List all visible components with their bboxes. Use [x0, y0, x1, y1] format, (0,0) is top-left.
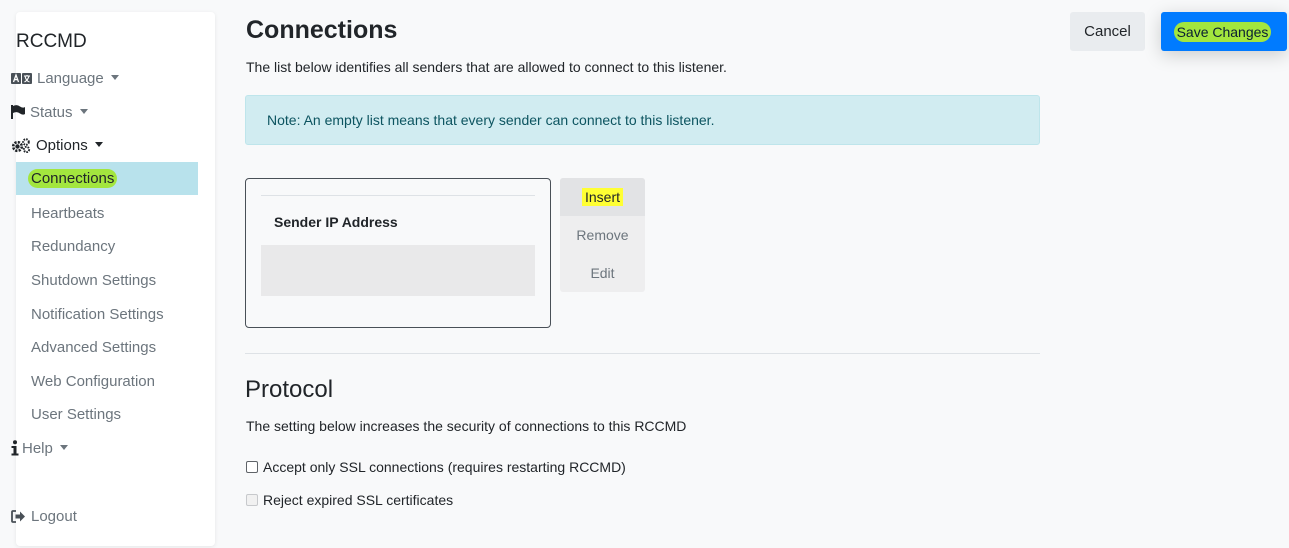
nav-language-label: Language — [37, 69, 104, 87]
info-alert: Note: An empty list means that every sen… — [245, 95, 1040, 145]
section-divider — [245, 353, 1040, 354]
sidebar-item-connections[interactable]: Connections — [16, 162, 198, 195]
chevron-down-icon — [94, 141, 103, 147]
nav-help-label: Help — [22, 439, 53, 457]
accept-ssl-label[interactable]: Accept only SSL connections (requires re… — [263, 459, 626, 475]
remove-button[interactable]: Remove — [560, 216, 645, 254]
reject-expired-option[interactable]: Reject expired SSL certificates — [246, 491, 453, 509]
insert-label: Insert — [581, 188, 623, 206]
protocol-description: The setting below increases the security… — [246, 418, 687, 434]
chevron-down-icon — [59, 444, 68, 450]
sidebar-item-label: Notification Settings — [31, 306, 164, 323]
sidebar-item-label: Heartbeats — [31, 205, 105, 222]
sidebar-item-label: Connections — [28, 169, 118, 188]
nav-options[interactable]: Options — [11, 130, 103, 160]
nav-status[interactable]: Status — [11, 97, 88, 127]
sign-out-icon — [11, 509, 26, 523]
sidebar-item-label: Advanced Settings — [31, 339, 157, 356]
protocol-title: Protocol — [245, 376, 334, 403]
table-actions: Insert Remove Edit — [560, 178, 645, 292]
sidebar-item-label: Shutdown Settings — [31, 272, 157, 289]
sidebar-item-user-settings[interactable]: User Settings — [16, 398, 198, 431]
nav-logout[interactable]: Logout — [11, 501, 77, 531]
save-changes-label: Save Changes — [1173, 21, 1272, 42]
alert-text: Note: An empty list means that every sen… — [267, 112, 715, 128]
nav-logout-label: Logout — [31, 507, 77, 525]
sidebar-item-shutdown-settings[interactable]: Shutdown Settings — [16, 264, 198, 297]
insert-button[interactable]: Insert — [560, 178, 645, 216]
column-header-sender-ip: Sender IP Address — [274, 214, 398, 230]
brand-title: RCCMD — [16, 31, 87, 52]
info-icon — [11, 440, 19, 456]
sidebar-item-label: Web Configuration — [31, 373, 155, 390]
flag-icon — [11, 105, 25, 119]
save-changes-button[interactable]: Save Changes — [1161, 12, 1287, 51]
nav-options-label: Options — [36, 136, 88, 154]
sidebar-item-label: User Settings — [31, 406, 122, 423]
accept-ssl-option[interactable]: Accept only SSL connections (requires re… — [246, 458, 626, 476]
nav-help[interactable]: Help — [11, 433, 68, 463]
sidebar-item-web-configuration[interactable]: Web Configuration — [16, 365, 198, 398]
table-top-border — [261, 195, 535, 196]
reject-expired-checkbox[interactable] — [246, 494, 258, 506]
chevron-down-icon — [79, 108, 88, 114]
sidebar-item-notification-settings[interactable]: Notification Settings — [16, 298, 198, 331]
senders-table: Sender IP Address — [245, 178, 551, 328]
page-title: Connections — [246, 16, 398, 44]
sidebar-item-redundancy[interactable]: Redundancy — [16, 230, 198, 263]
nav-status-label: Status — [30, 103, 73, 121]
nav-language[interactable]: Language — [11, 63, 119, 93]
chevron-down-icon — [110, 74, 119, 80]
connections-description: The list below identifies all senders th… — [246, 59, 727, 75]
table-row[interactable] — [261, 245, 535, 296]
cancel-button[interactable]: Cancel — [1070, 12, 1145, 51]
sidebar-item-heartbeats[interactable]: Heartbeats — [16, 197, 198, 230]
reject-expired-label[interactable]: Reject expired SSL certificates — [263, 492, 453, 508]
language-icon — [11, 72, 32, 84]
sidebar-item-label: Redundancy — [31, 238, 116, 255]
edit-button[interactable]: Edit — [560, 254, 645, 292]
accept-ssl-checkbox[interactable] — [246, 461, 258, 473]
cogs-icon — [11, 137, 31, 153]
sidebar-item-advanced-settings[interactable]: Advanced Settings — [16, 331, 198, 364]
